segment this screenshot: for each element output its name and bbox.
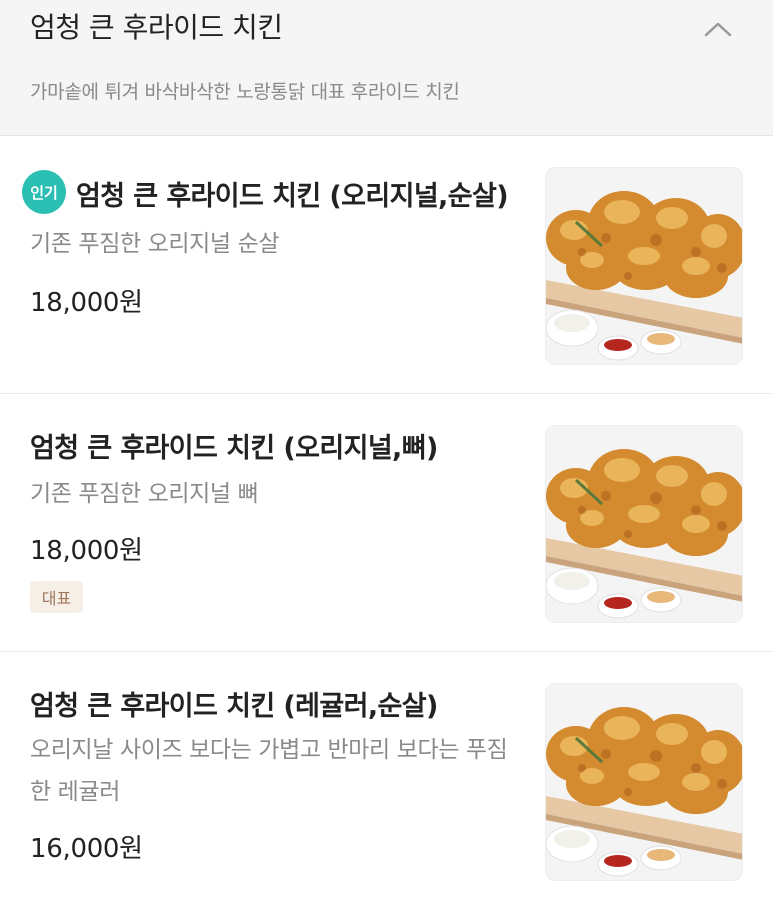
menu-item-name: 엄청 큰 후라이드 치킨 (레귤러,순살) xyxy=(30,691,438,722)
menu-item-name: 엄청 큰 후라이드 치킨 (오리지널,순살) xyxy=(76,181,509,212)
menu-item[interactable]: 엄청 큰 후라이드 치킨 (오리지널,뼈) 기존 푸짐한 오리지널 뼈 18,0… xyxy=(0,394,773,652)
menu-item[interactable]: 인기 엄청 큰 후라이드 치킨 (오리지널,순살) 기존 푸짐한 오리지널 순살… xyxy=(0,137,773,394)
category-description: 가마솥에 튀겨 바삭바삭한 노랑통닭 대표 후라이드 치킨 xyxy=(30,81,460,103)
menu-item-description: 기존 푸짐한 오리지널 순살 xyxy=(30,231,280,257)
menu-item-price: 18,000원 xyxy=(30,288,143,318)
menu-item-photo xyxy=(545,425,743,623)
category-header[interactable]: 엄청 큰 후라이드 치킨 가마솥에 튀겨 바삭바삭한 노랑통닭 대표 후라이드 … xyxy=(0,0,773,136)
menu-item-description: 기존 푸짐한 오리지널 뼈 xyxy=(30,481,259,507)
chevron-up-icon[interactable] xyxy=(696,12,740,48)
menu-item-price: 16,000원 xyxy=(30,834,143,864)
representative-tag: 대표 xyxy=(30,581,83,613)
menu-item-photo xyxy=(545,167,743,365)
menu-item-name: 엄청 큰 후라이드 치킨 (오리지널,뼈) xyxy=(30,433,438,464)
menu-item[interactable]: 엄청 큰 후라이드 치킨 (레귤러,순살) 오리지날 사이즈 보다는 가볍고 반… xyxy=(0,652,773,908)
menu-item-description: 오리지날 사이즈 보다는 가볍고 반마리 보다는 푸짐한 레귤러 xyxy=(30,737,508,805)
category-title: 엄청 큰 후라이드 치킨 xyxy=(30,11,283,44)
menu-item-price: 18,000원 xyxy=(30,536,143,566)
menu-item-photo xyxy=(545,683,743,881)
popular-badge: 인기 xyxy=(22,170,66,214)
